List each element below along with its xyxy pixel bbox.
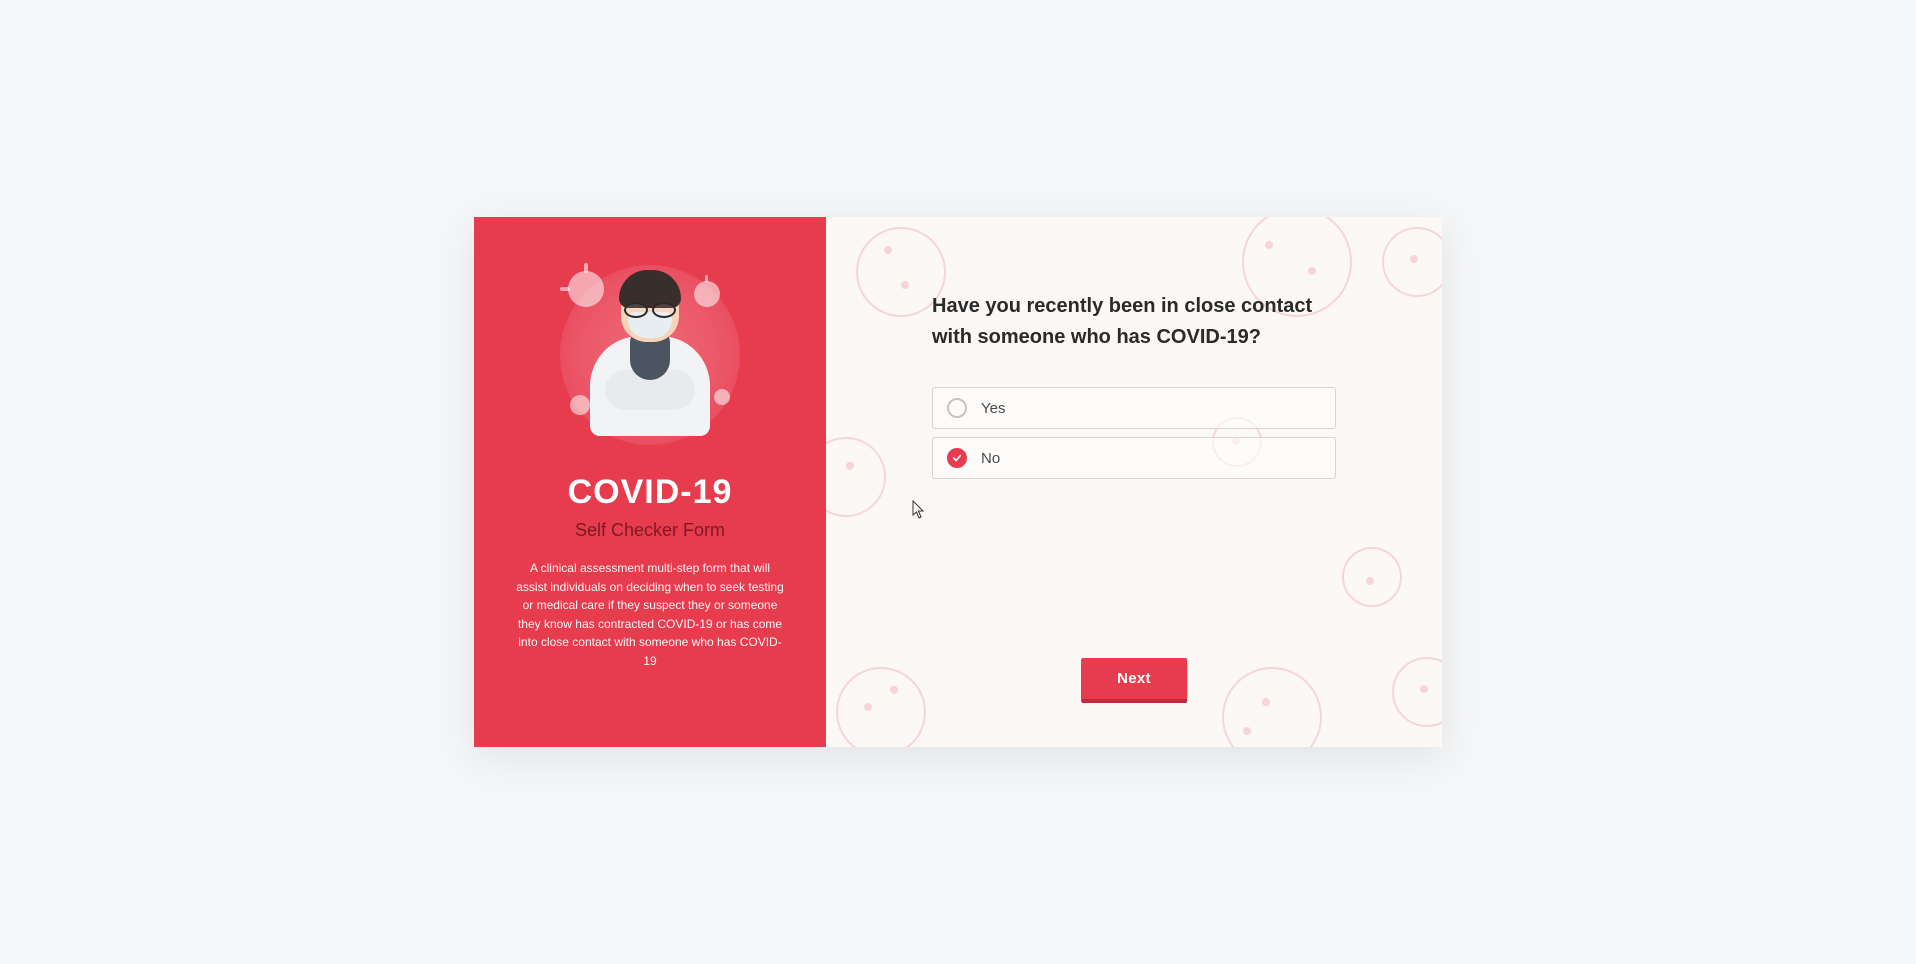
sidebar-description: A clinical assessment multi-step form th… bbox=[510, 559, 790, 671]
option-no[interactable]: No bbox=[932, 437, 1336, 479]
next-button[interactable]: Next bbox=[1081, 658, 1187, 699]
option-label: No bbox=[981, 450, 1000, 467]
sidebar-subtitle: Self Checker Form bbox=[575, 520, 725, 541]
sidebar-title: COVID-19 bbox=[568, 473, 733, 512]
radio-icon bbox=[947, 448, 967, 468]
option-label: Yes bbox=[981, 400, 1005, 417]
doctor-illustration bbox=[560, 265, 740, 445]
form-main: Have you recently been in close contact … bbox=[826, 217, 1442, 747]
doctor-icon bbox=[580, 270, 720, 440]
radio-icon bbox=[947, 398, 967, 418]
option-yes[interactable]: Yes bbox=[932, 387, 1336, 429]
options-group: Yes No bbox=[932, 387, 1336, 479]
checkmark-icon bbox=[952, 453, 962, 463]
form-card: COVID-19 Self Checker Form A clinical as… bbox=[474, 217, 1442, 747]
sidebar-panel: COVID-19 Self Checker Form A clinical as… bbox=[474, 217, 826, 747]
question-text: Have you recently been in close contact … bbox=[932, 291, 1336, 353]
